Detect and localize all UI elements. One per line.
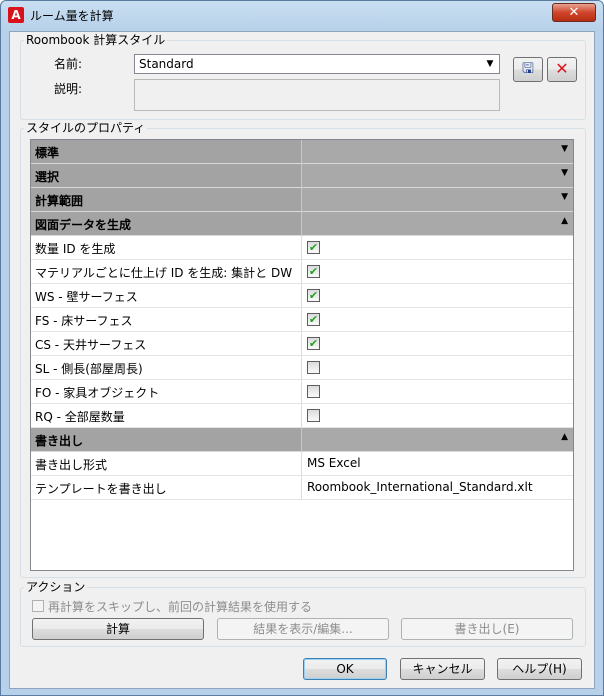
category-label: 選択 xyxy=(35,170,60,184)
property-label: FO - 家具オブジェクト xyxy=(35,386,160,400)
property-checkbox[interactable]: ✔ xyxy=(307,265,320,278)
property-value[interactable]: MS Excel xyxy=(307,456,361,470)
property-row[interactable]: SL - 側長(部屋周長) xyxy=(31,356,573,380)
properties-group-label: スタイルのプロパティ xyxy=(24,121,148,135)
property-label: CS - 天井サーフェス xyxy=(35,338,147,352)
property-row[interactable]: CS - 天井サーフェス ✔ xyxy=(31,332,573,356)
property-category-row[interactable]: 計算範囲 ▼ xyxy=(31,188,573,212)
category-value-cell: ▼ xyxy=(302,164,573,187)
delete-style-button[interactable]: ✕ xyxy=(547,57,577,82)
skip-recalc-checkbox[interactable] xyxy=(32,600,44,612)
column-divider xyxy=(301,236,302,260)
property-label: RQ - 全部屋数量 xyxy=(35,410,125,424)
expand-arrow-icon[interactable]: ▼ xyxy=(561,144,568,154)
property-label: 数量 ID を生成 xyxy=(35,242,116,256)
property-label: テンプレートを書き出し xyxy=(35,482,167,496)
column-divider xyxy=(301,260,302,284)
property-label: WS - 壁サーフェス xyxy=(35,290,138,304)
export-button[interactable]: 書き出し(E) xyxy=(401,618,573,640)
category-value-cell: ▲ xyxy=(302,428,573,451)
property-category-row[interactable]: 選択 ▼ xyxy=(31,164,573,188)
property-row[interactable]: FS - 床サーフェス ✔ xyxy=(31,308,573,332)
property-row[interactable]: RQ - 全部屋数量 xyxy=(31,404,573,428)
expand-arrow-icon[interactable]: ▼ xyxy=(561,168,568,178)
column-divider xyxy=(301,380,302,404)
property-checkbox[interactable]: ✔ xyxy=(307,289,320,302)
title-bar[interactable]: A ルーム量を計算 ✕ xyxy=(1,1,603,31)
style-name-value: Standard xyxy=(139,57,194,71)
description-field[interactable] xyxy=(134,79,500,111)
category-label: 計算範囲 xyxy=(35,194,84,208)
category-value-cell: ▼ xyxy=(302,188,573,211)
category-label: 標準 xyxy=(35,146,60,160)
column-divider xyxy=(301,332,302,356)
property-row[interactable]: テンプレートを書き出し Roombook_International_Standa… xyxy=(31,476,573,500)
property-label: 書き出し形式 xyxy=(35,458,108,472)
property-label: マテリアルごとに仕上げ ID を生成: 集計と DW xyxy=(35,266,293,280)
skip-recalc-label: 再計算をスキップし、前回の計算結果を使用する xyxy=(48,600,313,614)
property-label: SL - 側長(部屋周長) xyxy=(35,362,143,376)
help-button[interactable]: ヘルプ(H) xyxy=(497,658,582,680)
save-style-button[interactable]: 🖫 xyxy=(513,57,543,82)
column-divider xyxy=(301,404,302,428)
expand-arrow-icon[interactable]: ▼ xyxy=(561,192,568,202)
property-row[interactable]: 書き出し形式 MS Excel xyxy=(31,452,573,476)
description-label: 説明: xyxy=(54,82,83,96)
collapse-arrow-icon[interactable]: ▲ xyxy=(561,432,568,442)
chevron-down-icon[interactable]: ▼ xyxy=(483,57,497,71)
window-title: ルーム量を計算 xyxy=(30,9,114,23)
name-label: 名前: xyxy=(54,57,83,71)
property-row[interactable]: WS - 壁サーフェス ✔ xyxy=(31,284,573,308)
column-divider xyxy=(301,284,302,308)
delete-style-icon: ✕ xyxy=(555,59,569,78)
column-divider xyxy=(301,476,302,500)
property-checkbox[interactable] xyxy=(307,361,320,374)
ok-button[interactable]: OK xyxy=(303,658,387,680)
calculate-button[interactable]: 計算 xyxy=(32,618,204,640)
close-button[interactable]: ✕ xyxy=(552,3,596,22)
save-style-icon: 🖫 xyxy=(522,61,534,77)
column-divider xyxy=(301,356,302,380)
property-category-row[interactable]: 書き出し ▲ xyxy=(31,428,573,452)
property-value[interactable]: Roombook_International_Standard.xlt xyxy=(307,480,533,494)
category-label: 書き出し xyxy=(35,434,84,448)
property-grid[interactable]: 標準 ▼ 選択 ▼ 計算範囲 ▼ 図面データを生成 ▲ 数量 ID を生成 ✔ マテリアルごとに仕上… xyxy=(30,139,574,571)
property-checkbox[interactable]: ✔ xyxy=(307,313,320,326)
category-label: 図面データを生成 xyxy=(35,218,132,232)
property-category-row[interactable]: 図面データを生成 ▲ xyxy=(31,212,573,236)
style-group-label: Roombook 計算スタイル xyxy=(24,33,168,47)
collapse-arrow-icon[interactable]: ▲ xyxy=(561,216,568,226)
property-row[interactable]: FO - 家具オブジェクト xyxy=(31,380,573,404)
property-category-row[interactable]: 標準 ▼ xyxy=(31,140,573,164)
property-checkbox[interactable]: ✔ xyxy=(307,241,320,254)
category-value-cell: ▼ xyxy=(302,140,573,163)
style-name-combobox[interactable]: Standard ▼ xyxy=(134,54,500,74)
property-label: FS - 床サーフェス xyxy=(35,314,133,328)
show-edit-results-button[interactable]: 結果を表示/編集... xyxy=(217,618,389,640)
dialog-client-area: Roombook 計算スタイル 名前: Standard ▼ 説明: 🖫 ✕ ス… xyxy=(9,31,595,689)
property-checkbox[interactable] xyxy=(307,409,320,422)
category-value-cell: ▲ xyxy=(302,212,573,235)
column-divider xyxy=(301,452,302,476)
actions-group-label: アクション xyxy=(24,580,88,594)
property-row[interactable]: 数量 ID を生成 ✔ xyxy=(31,236,573,260)
property-row[interactable]: マテリアルごとに仕上げ ID を生成: 集計と DW ✔ xyxy=(31,260,573,284)
property-checkbox[interactable]: ✔ xyxy=(307,337,320,350)
autocad-a-icon: A xyxy=(8,7,24,23)
cancel-button[interactable]: キャンセル xyxy=(400,658,485,680)
property-checkbox[interactable] xyxy=(307,385,320,398)
column-divider xyxy=(301,308,302,332)
dialog-window: A ルーム量を計算 ✕ Roombook 計算スタイル 名前: Standard… xyxy=(0,0,604,696)
